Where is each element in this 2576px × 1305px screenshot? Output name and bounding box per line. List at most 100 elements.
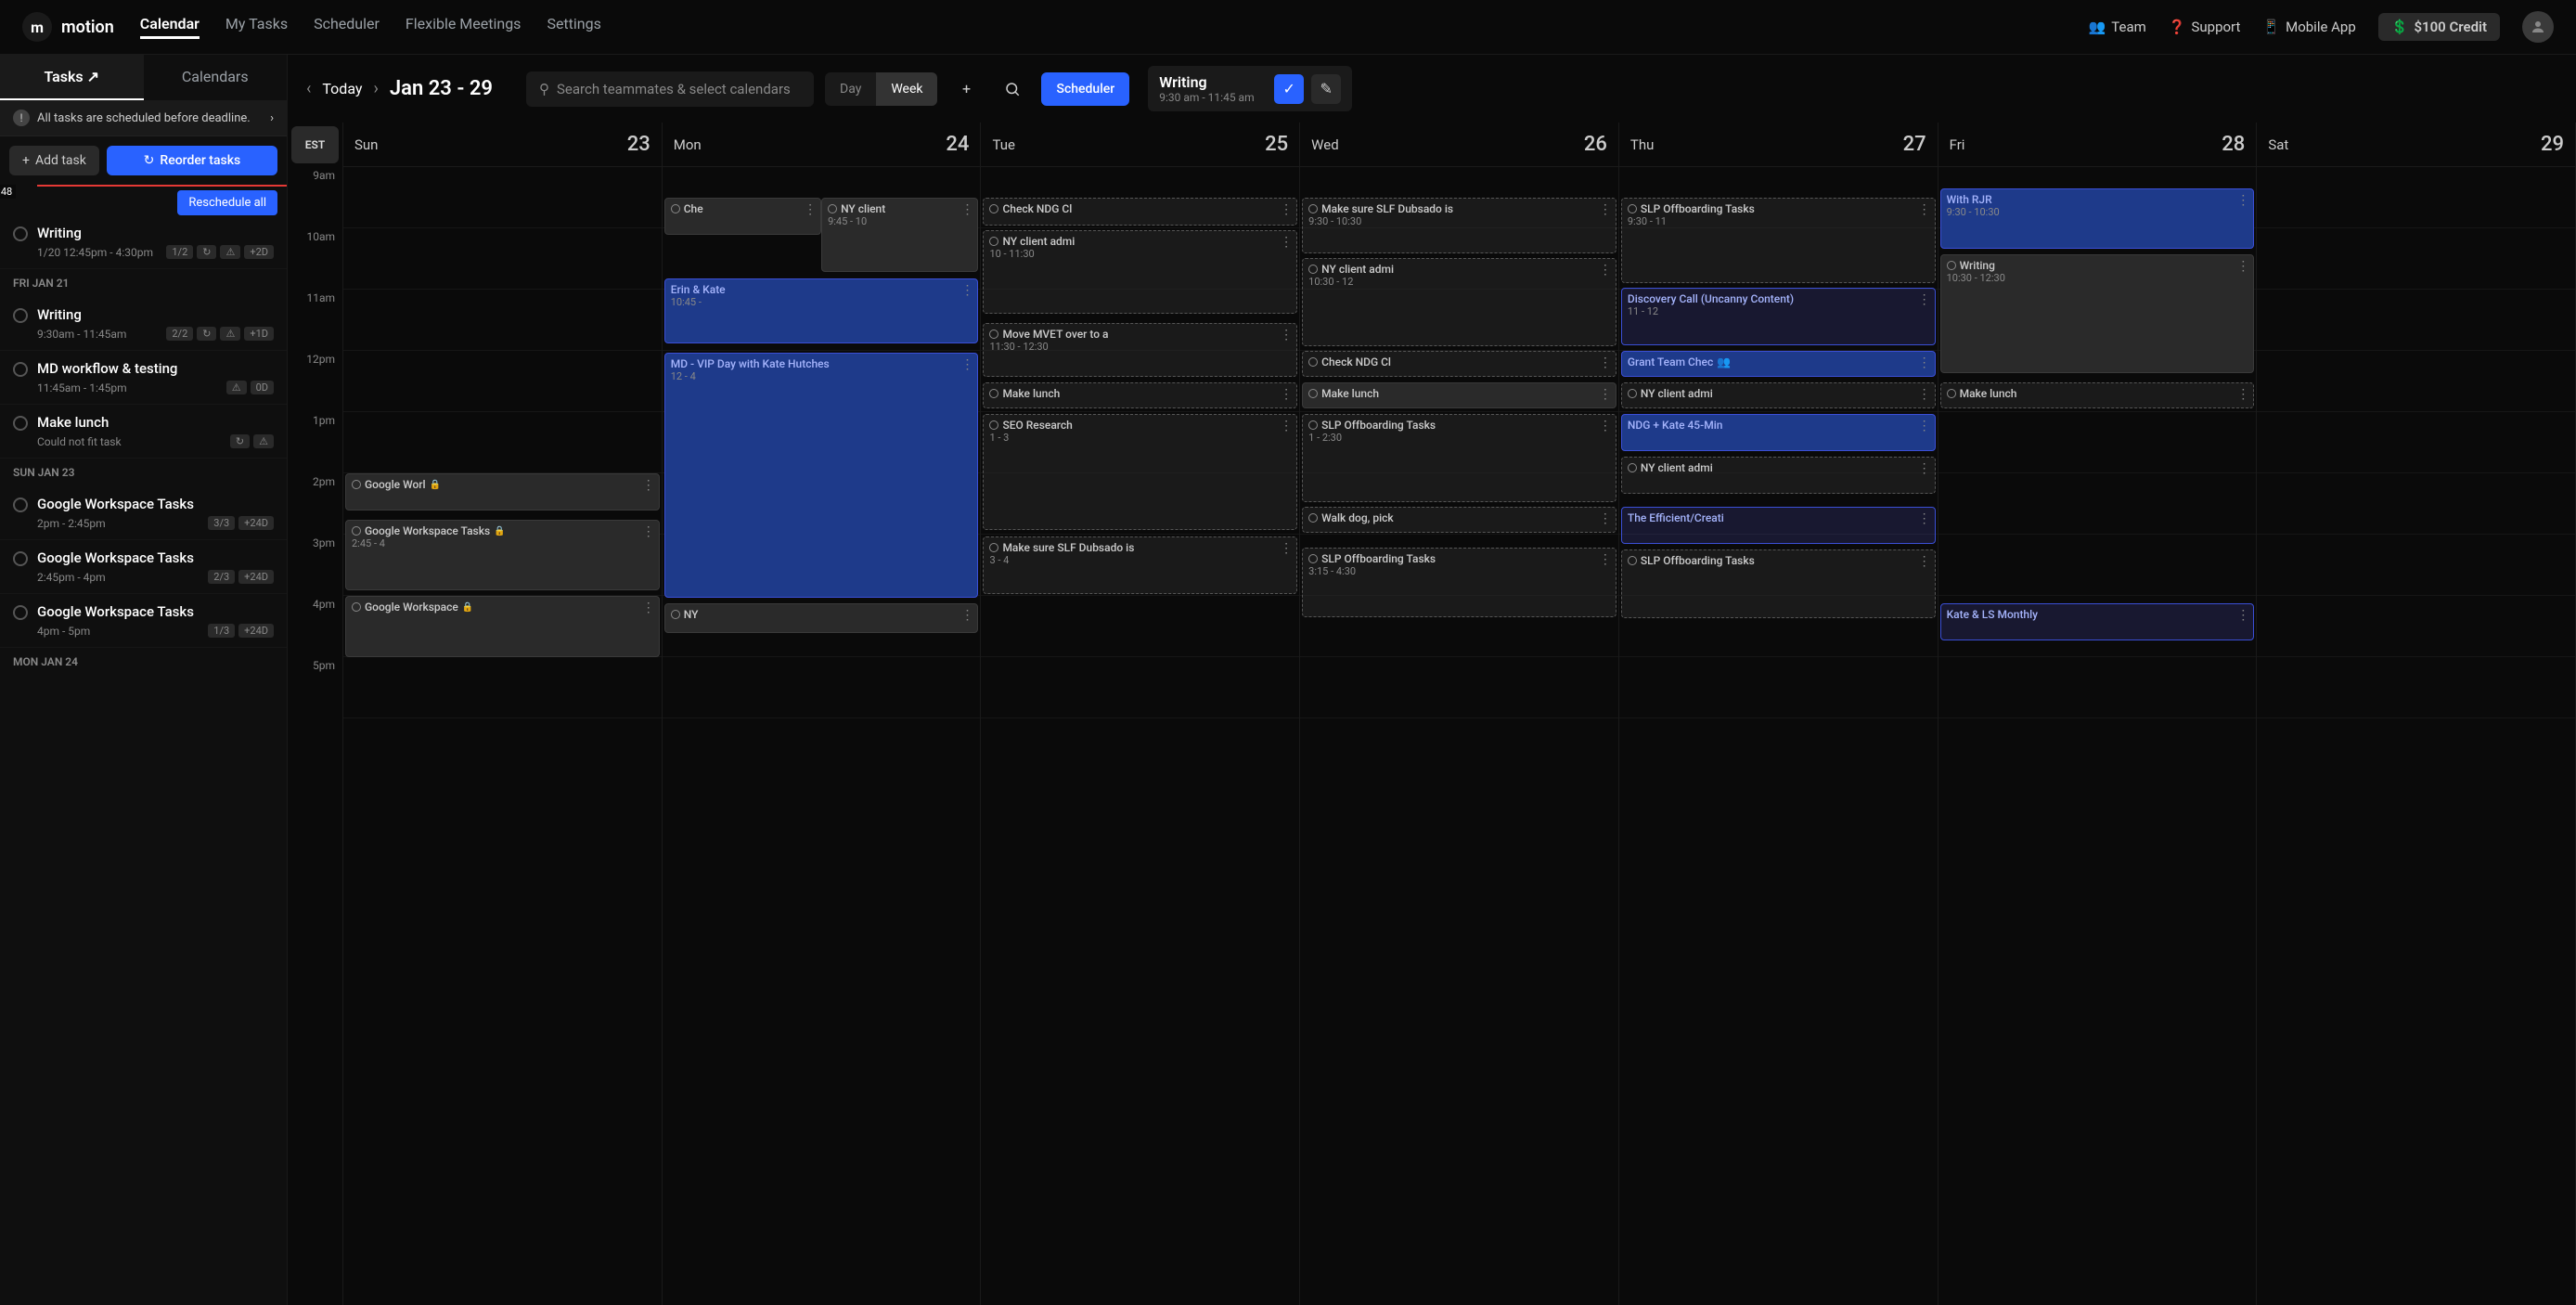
calendar-event[interactable]: Google Worl 🔒⋮ [345, 473, 660, 510]
calendar-event[interactable]: Make lunch⋮ [983, 382, 1297, 408]
event-menu-icon[interactable]: ⋮ [642, 478, 655, 493]
event-menu-icon[interactable]: ⋮ [2236, 193, 2249, 208]
event-menu-icon[interactable]: ⋮ [2236, 608, 2249, 623]
support-link[interactable]: ❓Support [2169, 19, 2241, 35]
calendar-event[interactable]: Che⋮ [664, 198, 821, 235]
event-menu-icon[interactable]: ⋮ [2236, 259, 2249, 274]
nav-flexible-meetings[interactable]: Flexible Meetings [406, 15, 522, 39]
calendar-event[interactable]: Make lunch⋮ [1940, 382, 2255, 408]
event-menu-icon[interactable]: ⋮ [1280, 328, 1293, 342]
task-item[interactable]: Make lunchCould not fit task↻⚠ [0, 405, 287, 459]
reorder-button[interactable]: ↻Reorder tasks [107, 146, 277, 175]
nav-calendar[interactable]: Calendar [140, 15, 200, 39]
task-item[interactable]: Google Workspace Tasks4pm - 5pm1/3+24D [0, 594, 287, 648]
calendar-event[interactable]: SLP Offboarding Tasks1 - 2:30⋮ [1302, 414, 1616, 502]
event-checkbox[interactable] [1947, 389, 1956, 398]
event-menu-icon[interactable]: ⋮ [1918, 419, 1931, 433]
event-menu-icon[interactable]: ⋮ [1599, 202, 1612, 217]
event-checkbox[interactable] [1947, 261, 1956, 270]
avatar[interactable] [2522, 11, 2554, 43]
view-week[interactable]: Week [876, 72, 937, 106]
calendar-event[interactable]: NDG + Kate 45-Min⋮ [1621, 414, 1936, 451]
day-header[interactable]: Mon24 [663, 123, 981, 167]
event-menu-icon[interactable]: ⋮ [960, 283, 973, 298]
event-menu-icon[interactable]: ⋮ [1280, 387, 1293, 402]
edit-button[interactable]: ✎ [1311, 74, 1341, 104]
search-input[interactable]: ⚲ Search teammates & select calendars [526, 71, 814, 107]
task-item[interactable]: Google Workspace Tasks2:45pm - 4pm2/3+24… [0, 540, 287, 594]
calendar-event[interactable]: SEO Research1 - 3⋮ [983, 414, 1297, 530]
task-checkbox[interactable] [13, 416, 28, 431]
event-menu-icon[interactable]: ⋮ [1599, 355, 1612, 370]
event-checkbox[interactable] [1628, 389, 1637, 398]
event-checkbox[interactable] [352, 526, 361, 536]
calendar-event[interactable]: Grant Team Chec 👥⋮ [1621, 351, 1936, 377]
credit-badge[interactable]: 💲$100 Credit [2378, 13, 2500, 41]
timezone-badge[interactable]: EST [291, 126, 339, 163]
event-menu-icon[interactable]: ⋮ [960, 357, 973, 372]
next-arrow[interactable]: › [373, 79, 378, 98]
event-menu-icon[interactable]: ⋮ [1918, 511, 1931, 526]
task-list[interactable]: Writing1/20 12:45pm - 4:30pm1/2↻⚠+2DFRI … [0, 215, 287, 1305]
event-menu-icon[interactable]: ⋮ [804, 202, 817, 217]
reschedule-button[interactable]: Reschedule all [177, 190, 277, 215]
event-menu-icon[interactable]: ⋮ [1280, 202, 1293, 217]
add-button[interactable]: + [948, 71, 984, 107]
event-menu-icon[interactable]: ⋮ [1599, 511, 1612, 526]
calendar-event[interactable]: Make sure SLF Dubsado is3 - 4⋮ [983, 536, 1297, 594]
calendar-event[interactable]: The Efficient/Creati⋮ [1621, 507, 1936, 544]
nav-settings[interactable]: Settings [547, 15, 600, 39]
today-button[interactable]: Today [322, 80, 362, 97]
event-menu-icon[interactable]: ⋮ [1280, 419, 1293, 433]
event-checkbox[interactable] [1308, 265, 1318, 274]
event-checkbox[interactable] [989, 204, 998, 213]
view-day[interactable]: Day [825, 72, 876, 106]
calendar-event[interactable]: NY client admi⋮ [1621, 457, 1936, 494]
calendar-event[interactable]: Make lunch⋮ [1302, 382, 1616, 408]
calendar-event[interactable]: NY client admi10 - 11:30⋮ [983, 230, 1297, 314]
day-body[interactable] [2257, 167, 2575, 718]
calendar-event[interactable]: Check NDG Cl⋮ [983, 198, 1297, 226]
event-checkbox[interactable] [671, 204, 680, 213]
day-header[interactable]: Fri28 [1938, 123, 2257, 167]
calendar-event[interactable]: Kate & LS Monthly⋮ [1940, 603, 2255, 640]
event-menu-icon[interactable]: ⋮ [1918, 355, 1931, 370]
logo[interactable]: m motion [22, 12, 114, 42]
day-header[interactable]: Sun23 [343, 123, 662, 167]
calendar-event[interactable]: Discovery Call (Uncanny Content)11 - 12⋮ [1621, 288, 1936, 345]
event-checkbox[interactable] [352, 602, 361, 612]
event-menu-icon[interactable]: ⋮ [642, 524, 655, 539]
task-item[interactable]: Writing1/20 12:45pm - 4:30pm1/2↻⚠+2D [0, 215, 287, 269]
calendar-event[interactable]: Google Workspace Tasks 🔒2:45 - 4⋮ [345, 520, 660, 590]
calendar-event[interactable]: With RJR9:30 - 10:30⋮ [1940, 188, 2255, 249]
day-header[interactable]: Wed26 [1300, 123, 1618, 167]
event-checkbox[interactable] [1308, 420, 1318, 430]
task-checkbox[interactable] [13, 226, 28, 241]
task-checkbox[interactable] [13, 497, 28, 512]
event-menu-icon[interactable]: ⋮ [1599, 552, 1612, 567]
task-checkbox[interactable] [13, 308, 28, 323]
day-body[interactable]: SLP Offboarding Tasks9:30 - 11⋮Discovery… [1619, 167, 1938, 718]
event-checkbox[interactable] [352, 480, 361, 489]
task-checkbox[interactable] [13, 605, 28, 620]
event-menu-icon[interactable]: ⋮ [1280, 541, 1293, 556]
event-checkbox[interactable] [1308, 513, 1318, 523]
calendar-event[interactable]: SLP Offboarding Tasks9:30 - 11⋮ [1621, 198, 1936, 283]
schedule-banner[interactable]: ! All tasks are scheduled before deadlin… [0, 100, 287, 136]
day-body[interactable]: Google Worl 🔒⋮ Google Workspace Tasks 🔒2:… [343, 167, 662, 718]
add-task-button[interactable]: +Add task [9, 146, 99, 175]
event-checkbox[interactable] [1308, 204, 1318, 213]
sidebar-tab-calendars[interactable]: Calendars [144, 55, 288, 100]
event-menu-icon[interactable]: ⋮ [1918, 461, 1931, 476]
event-menu-icon[interactable]: ⋮ [1918, 387, 1931, 402]
task-item[interactable]: Google Workspace Tasks2pm - 2:45pm3/3+24… [0, 486, 287, 540]
event-checkbox[interactable] [1628, 556, 1637, 565]
scheduler-button[interactable]: Scheduler [1041, 72, 1129, 106]
complete-button[interactable]: ✓ [1274, 74, 1304, 104]
event-checkbox[interactable] [1628, 463, 1637, 472]
event-checkbox[interactable] [989, 420, 998, 430]
nav-scheduler[interactable]: Scheduler [314, 15, 380, 39]
mobile-link[interactable]: 📱Mobile App [2262, 19, 2355, 35]
event-checkbox[interactable] [1308, 389, 1318, 398]
prev-arrow[interactable]: ‹ [306, 79, 311, 98]
